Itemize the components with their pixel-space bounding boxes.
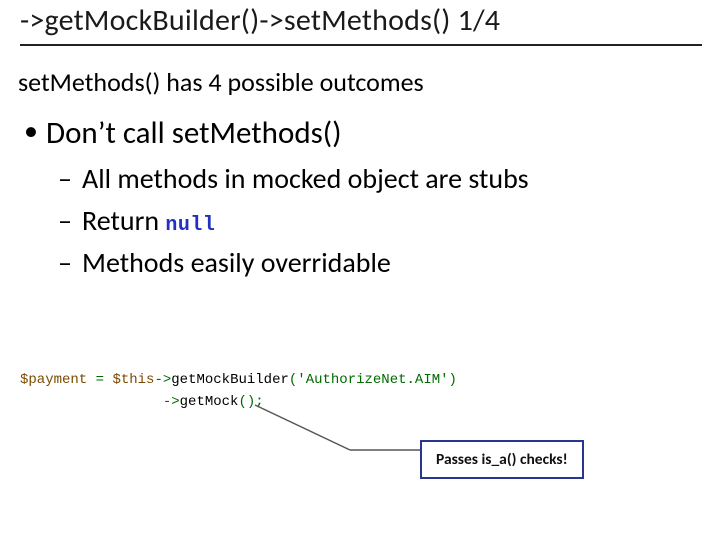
code-this: $this (112, 372, 154, 388)
slide-body: setMethods() has 4 possible outcomes Don… (18, 60, 702, 285)
intro-text: setMethods() has 4 possible outcomes (18, 66, 702, 98)
code-indent (20, 394, 163, 410)
code-var: $payment (20, 372, 87, 388)
code-arrow-1: -> (154, 372, 171, 388)
callout-box: Passes is_a() checks! (420, 440, 584, 479)
subpoint-overridable: Methods easily overridable (18, 244, 702, 282)
code-call2-tail: (); (238, 394, 263, 410)
subpoint-return-prefix: Return (82, 203, 165, 238)
code-example: $payment = $this->getMockBuilder('Author… (20, 370, 457, 413)
code-assign: = (87, 372, 112, 388)
bullet-dont-call: Don’t call setMethods() (18, 114, 702, 152)
code-paren-close: ) (449, 372, 457, 388)
subpoint-return-null: Return null (18, 202, 702, 240)
null-keyword: null (165, 214, 215, 237)
slide-title: ->getMockBuilder()->setMethods() 1/4 (20, 0, 702, 46)
slide: ->getMockBuilder()->setMethods() 1/4 set… (0, 0, 720, 540)
subpoint-stubs: All methods in mocked object are stubs (18, 160, 702, 198)
code-arg-string: 'AuthorizeNet.AIM' (297, 372, 448, 388)
code-arrow-2: -> (163, 394, 180, 410)
code-fn-getmockbuilder: getMockBuilder (171, 372, 289, 388)
code-fn-getmock: getMock (180, 394, 239, 410)
